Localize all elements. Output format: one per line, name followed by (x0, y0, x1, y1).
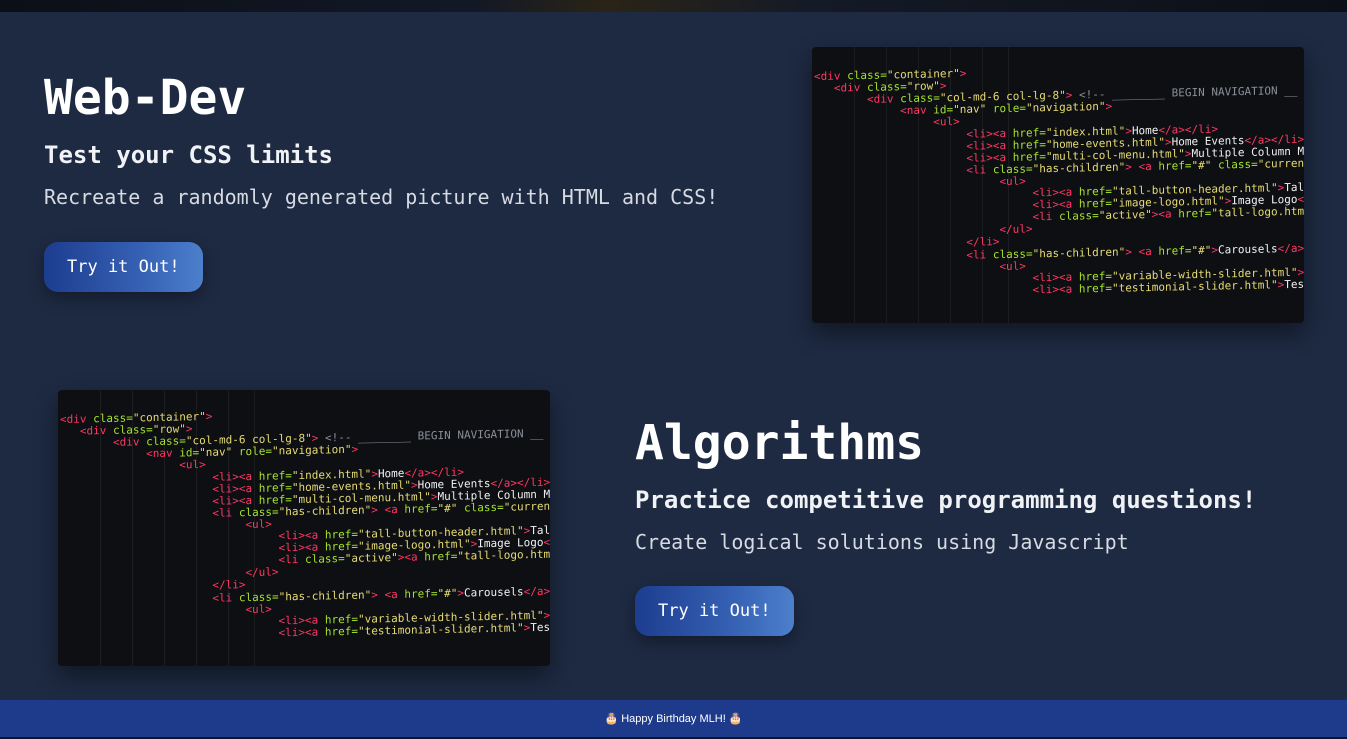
webdev-description: Recreate a randomly generated picture wi… (44, 185, 719, 209)
webdev-try-button[interactable]: Try it Out! (44, 242, 203, 292)
algorithms-code-image: <div class="container"> <div class="row"… (58, 390, 550, 666)
algorithms-try-button[interactable]: Try it Out! (635, 586, 794, 636)
footer: 🎂 Happy Birthday MLH! 🎂 (0, 700, 1347, 737)
algorithms-subtitle: Practice competitive programming questio… (635, 486, 1257, 514)
webdev-subtitle: Test your CSS limits (44, 141, 333, 169)
algorithms-title: Algorithms (635, 415, 924, 471)
footer-text: 🎂 Happy Birthday MLH! 🎂 (604, 713, 743, 725)
algorithms-description: Create logical solutions using Javascrip… (635, 530, 1129, 554)
webdev-title: Web-Dev (44, 70, 247, 126)
algorithms-section: Algorithms Practice competitive programm… (635, 415, 1325, 555)
webdev-code-image: <div class="container"> <div class="row"… (812, 47, 1304, 323)
webdev-section: Web-Dev Test your CSS limits Recreate a … (44, 70, 784, 210)
top-banner-strip (0, 0, 1347, 12)
